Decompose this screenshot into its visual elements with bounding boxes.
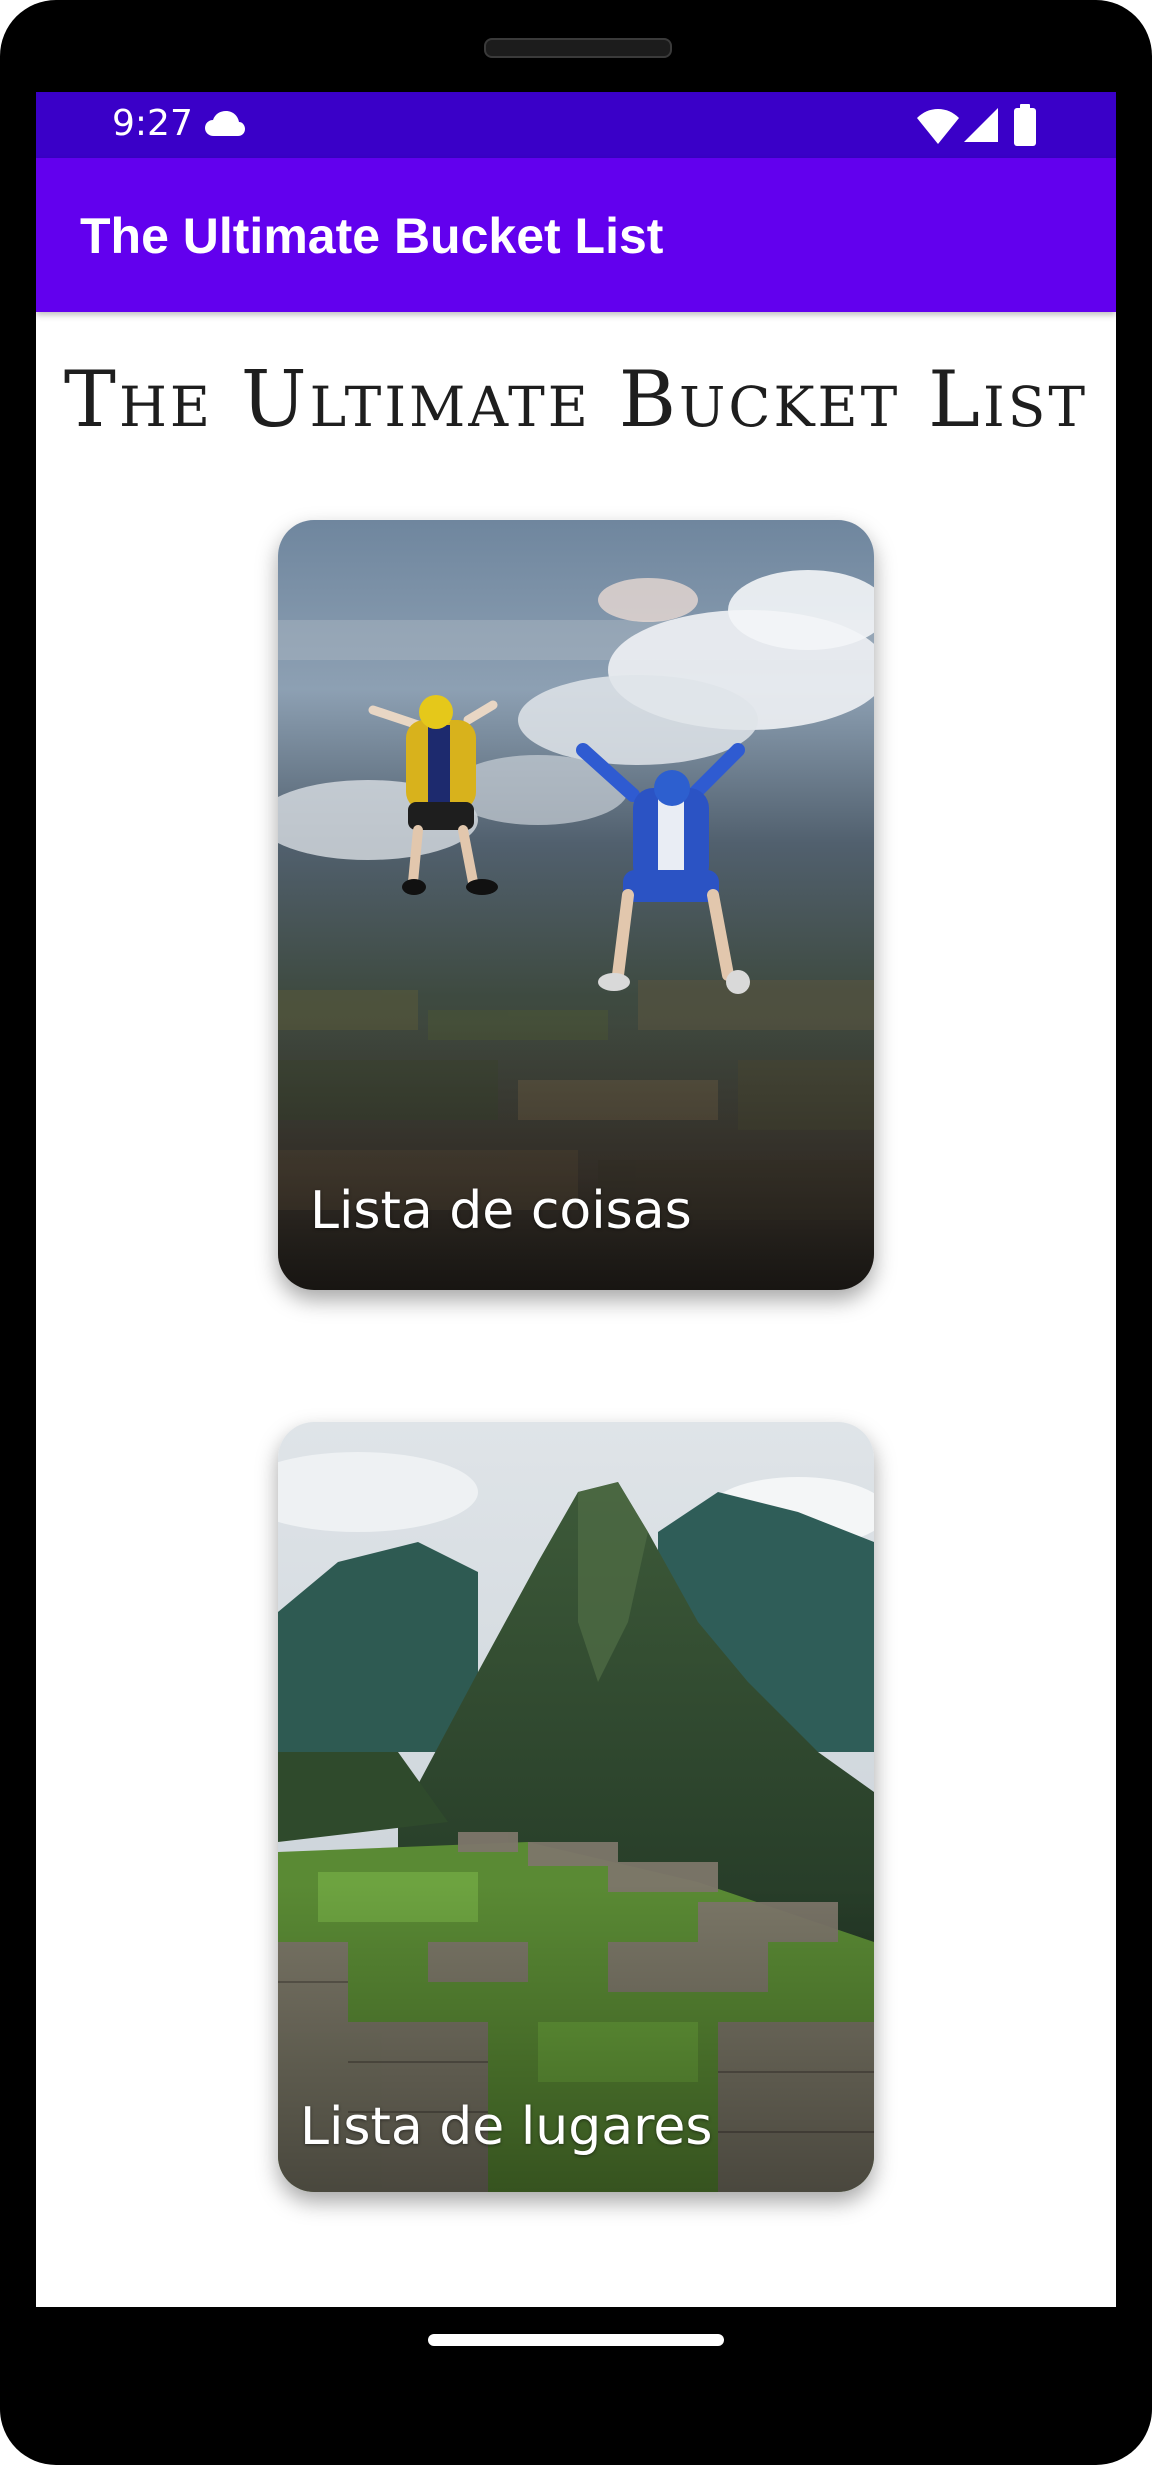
cloud-icon xyxy=(205,111,245,136)
skydivers-image xyxy=(278,520,874,1290)
earpiece-speaker xyxy=(484,38,672,58)
card-label: Lista de lugares xyxy=(300,2097,713,2157)
signal-icon xyxy=(964,108,998,142)
gesture-nav-handle[interactable] xyxy=(428,2334,724,2346)
phone-frame: 9:27 The Ultimate Bucket List The Ultima… xyxy=(0,0,1152,2465)
app-bar-title: The Ultimate Bucket List xyxy=(80,208,664,264)
card-lista-de-coisas[interactable]: Lista de coisas xyxy=(278,520,874,1290)
status-time: 9:27 xyxy=(112,103,193,144)
page-title: The Ultimate Bucket List xyxy=(63,355,1089,445)
card-lista-de-lugares[interactable]: Lista de lugares xyxy=(278,1422,874,2192)
status-bar: 9:27 xyxy=(36,92,1116,158)
battery-icon xyxy=(1014,104,1036,146)
app-screen: 9:27 The Ultimate Bucket List The Ultima… xyxy=(36,92,1116,2307)
card-label: Lista de coisas xyxy=(310,1181,692,1241)
wifi-icon xyxy=(917,109,959,144)
mountain-ruins-image xyxy=(278,1422,874,2192)
app-bar: The Ultimate Bucket List xyxy=(36,158,1116,312)
